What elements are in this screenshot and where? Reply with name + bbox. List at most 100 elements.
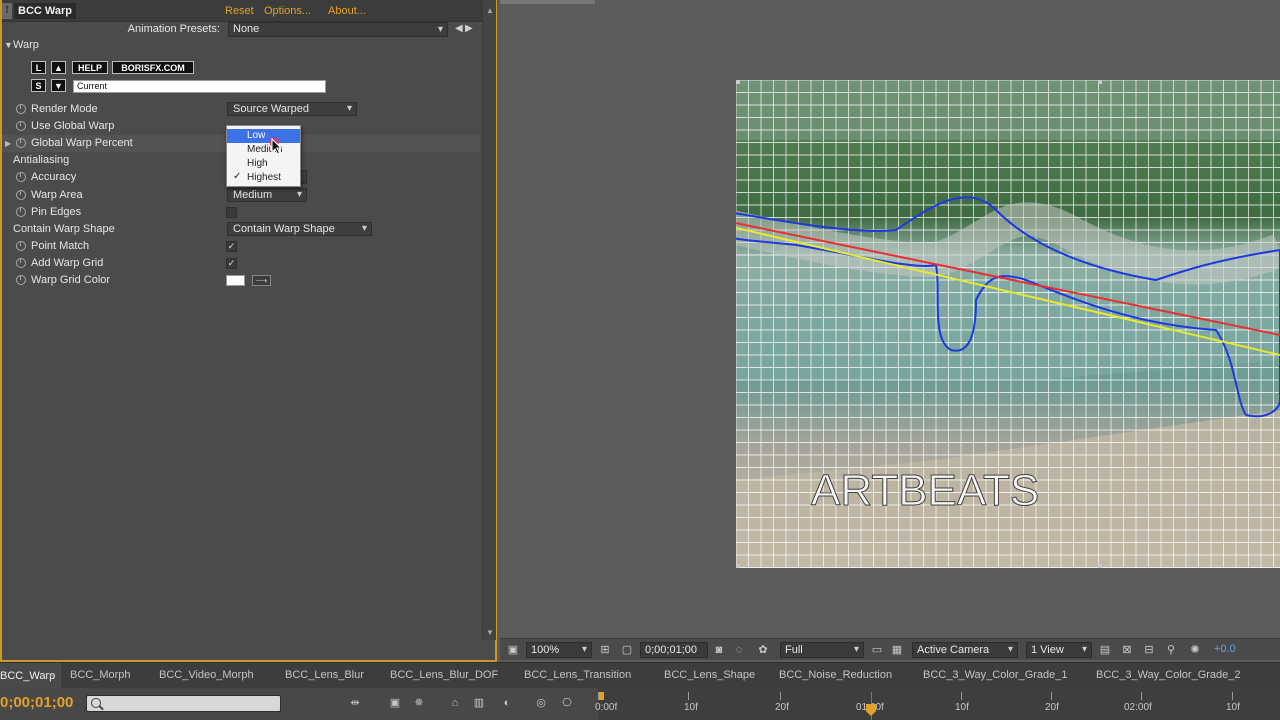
add-warp-grid-checkbox[interactable]: ✓ xyxy=(226,258,237,269)
borisfx-link-button[interactable]: BORISFX.COM xyxy=(112,61,194,74)
region-of-interest-icon[interactable]: ▭ xyxy=(870,643,884,657)
scroll-up-icon[interactable]: ▲ xyxy=(486,6,494,15)
timeline-search-input[interactable] xyxy=(86,695,281,712)
time-ruler[interactable]: 0:00f 10f 20f 01:00f 10f 20f 02:00f 10f xyxy=(595,688,1280,720)
ruler-label: 10f xyxy=(684,702,698,713)
stopwatch-icon[interactable] xyxy=(16,190,26,200)
warp-area-select[interactable]: Medium xyxy=(227,188,307,202)
fast-previews-icon[interactable]: ⊠ xyxy=(1120,643,1134,657)
point-match-row: Point Match ✓ xyxy=(2,238,480,255)
pin-edges-label: Pin Edges xyxy=(31,206,82,218)
scroll-down-icon[interactable]: ▼ xyxy=(486,628,494,637)
comp-mini-flowchart-icon[interactable]: ⇹ xyxy=(348,696,362,710)
contain-warp-shape-row: Contain Warp Shape Contain Warp Shape xyxy=(2,221,480,238)
tab-bcc-morph[interactable]: BCC_Morph xyxy=(70,669,131,681)
twirl-down-icon[interactable]: ▼ xyxy=(4,40,13,50)
timeline-icon[interactable]: ⊟ xyxy=(1142,643,1156,657)
render-mode-value: Source Warped xyxy=(233,103,310,115)
magnification-select[interactable]: 100% xyxy=(526,642,592,658)
timecode-value: 0;00;01;00 xyxy=(645,644,697,656)
contain-warp-shape-label: Contain Warp Shape xyxy=(13,223,115,235)
down-button[interactable]: ▼ xyxy=(51,79,66,92)
stopwatch-icon[interactable] xyxy=(16,241,26,251)
load-preset-button[interactable]: L xyxy=(31,61,46,74)
menu-item-low[interactable]: Low xyxy=(227,129,300,143)
tab-bcc-noise-reduction[interactable]: BCC_Noise_Reduction xyxy=(779,669,892,681)
flowchart-icon[interactable]: ⚲ xyxy=(1164,643,1178,657)
help-button[interactable]: HELP xyxy=(72,61,108,74)
mask-visibility-icon[interactable]: ▢ xyxy=(620,643,634,657)
warp-grid-color-swatch[interactable] xyxy=(226,275,245,286)
live-update-icon[interactable]: ▣ xyxy=(388,696,402,710)
animation-presets-select[interactable]: None xyxy=(228,22,448,37)
preset-name-field[interactable]: Current xyxy=(73,80,326,93)
warp-area-row: Warp Area Medium xyxy=(2,187,480,204)
preset-prev-icon[interactable]: ◀ xyxy=(455,23,463,34)
toggle-pixel-aspect-icon[interactable]: ▤ xyxy=(1098,643,1112,657)
fx-toggle-icon[interactable]: f xyxy=(2,3,12,19)
frame-blending-icon[interactable]: ▥ xyxy=(472,696,486,710)
resolution-select[interactable]: Full xyxy=(780,642,864,658)
tab-bcc-lens-blur[interactable]: BCC_Lens_Blur xyxy=(285,669,364,681)
eyedropper-icon[interactable]: ⟶ xyxy=(252,275,271,286)
timeline-tab-bar: BCC_Warp × BCC_Morph BCC_Video_Morph BCC… xyxy=(0,662,1280,689)
options-link[interactable]: Options... xyxy=(264,5,311,17)
view-layout-value: 1 View xyxy=(1031,644,1064,656)
effect-title: BCC Warp xyxy=(14,3,76,19)
tab-bcc-video-morph[interactable]: BCC_Video_Morph xyxy=(159,669,254,681)
stopwatch-icon[interactable] xyxy=(16,138,26,148)
up-button[interactable]: ▲ xyxy=(51,61,66,74)
current-timecode[interactable]: 0;00;01;00 xyxy=(640,642,708,658)
draft-3d-icon[interactable]: ✵ xyxy=(412,696,426,710)
render-mode-row: Render Mode Source Warped xyxy=(2,101,480,118)
panel-scrollbar[interactable]: ▲ ▼ xyxy=(482,0,496,640)
ruler-label: 10f xyxy=(955,702,969,713)
tab-bcc-lens-shape[interactable]: BCC_Lens_Shape xyxy=(664,669,755,681)
camera-view-select[interactable]: Active Camera xyxy=(912,642,1018,658)
timeline-current-time[interactable]: 0;00;01;00 xyxy=(0,694,73,711)
stopwatch-icon[interactable] xyxy=(16,258,26,268)
reset-exposure-icon[interactable]: ✺ xyxy=(1188,643,1202,657)
graph-editor-icon[interactable]: ⎔ xyxy=(560,696,574,710)
stopwatch-icon[interactable] xyxy=(16,104,26,114)
tab-bcc-lens-blur-dof[interactable]: BCC_Lens_Blur_DOF xyxy=(390,669,498,681)
close-tab-icon[interactable]: × xyxy=(49,670,54,680)
motion-blur-icon[interactable]: ◐ xyxy=(500,696,514,710)
viewer-tab[interactable] xyxy=(500,0,595,4)
composition-frame[interactable]: ARTBEATS xyxy=(736,80,1280,568)
brainstorm-icon[interactable]: ◎ xyxy=(534,696,548,710)
pin-edges-checkbox[interactable] xyxy=(226,207,237,218)
reset-link[interactable]: Reset xyxy=(225,5,254,17)
color-channels-icon[interactable]: ✿ xyxy=(756,643,770,657)
point-match-checkbox[interactable]: ✓ xyxy=(226,241,237,252)
stopwatch-icon[interactable] xyxy=(16,275,26,285)
transparency-grid-icon[interactable]: ▦ xyxy=(890,643,904,657)
hide-shy-layers-icon[interactable]: ⌂ xyxy=(448,696,462,710)
show-snapshot-icon[interactable]: ◌ xyxy=(732,643,746,657)
twirl-right-icon[interactable]: ▶ xyxy=(5,139,11,148)
tab-bcc-lens-transition[interactable]: BCC_Lens_Transition xyxy=(524,669,631,681)
menu-item-high[interactable]: High xyxy=(227,157,300,171)
animation-presets-row: Animation Presets: None ◀ ▶ xyxy=(2,22,482,38)
snapshot-camera-icon[interactable]: ◙ xyxy=(712,643,726,657)
stopwatch-icon[interactable] xyxy=(16,121,26,131)
render-mode-select[interactable]: Source Warped xyxy=(227,102,357,116)
about-link[interactable]: About... xyxy=(328,5,366,17)
resolution-value: Full xyxy=(785,644,803,656)
toggle-overlay-icon[interactable]: ▣ xyxy=(506,643,520,657)
exposure-value[interactable]: +0.0 xyxy=(1214,643,1236,655)
warp-group-label: Warp xyxy=(13,39,39,51)
camera-view-value: Active Camera xyxy=(917,644,990,656)
stopwatch-icon[interactable] xyxy=(16,207,26,217)
contain-warp-shape-select[interactable]: Contain Warp Shape xyxy=(227,222,372,236)
tab-bcc-3-way-color-grade-2[interactable]: BCC_3_Way_Color_Grade_2 xyxy=(1096,669,1241,681)
playhead-handle[interactable] xyxy=(866,704,876,716)
stopwatch-icon[interactable] xyxy=(16,172,26,182)
tab-bcc-3-way-color-grade-1[interactable]: BCC_3_Way_Color_Grade_1 xyxy=(923,669,1068,681)
menu-item-medium[interactable]: Medium xyxy=(227,143,300,157)
view-layout-select[interactable]: 1 View xyxy=(1026,642,1092,658)
pin-edges-row: Pin Edges xyxy=(2,204,480,221)
safe-margins-icon[interactable]: ⊞ xyxy=(598,643,612,657)
save-preset-button[interactable]: S xyxy=(31,79,46,92)
preset-next-icon[interactable]: ▶ xyxy=(465,23,473,34)
